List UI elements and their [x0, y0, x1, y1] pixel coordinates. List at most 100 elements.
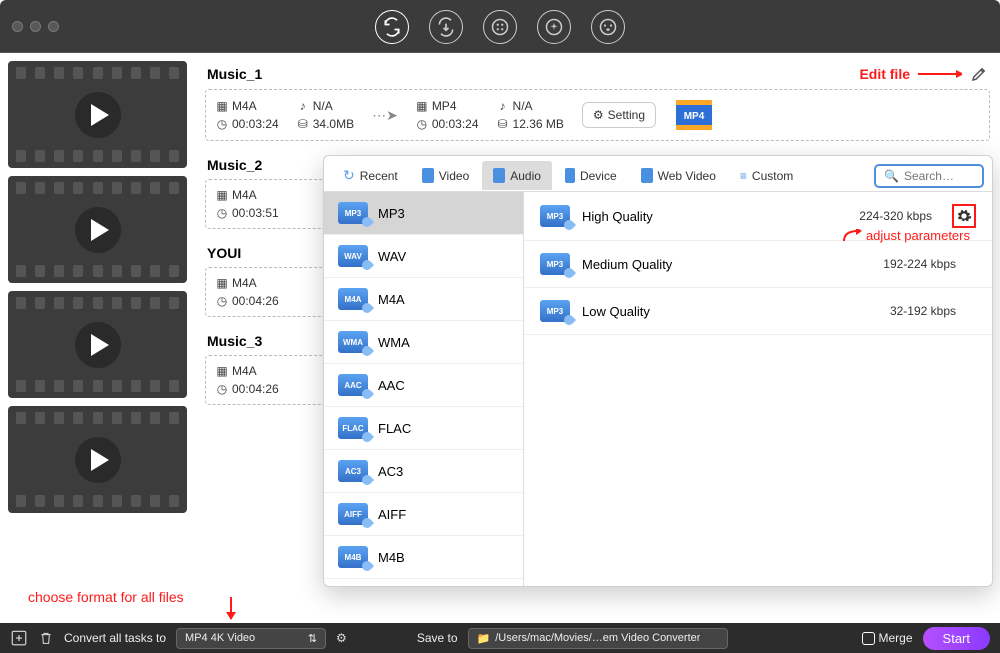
format-label: M4A [378, 292, 405, 307]
sliders-icon: ≡ [740, 169, 747, 183]
setting-label: Setting [608, 108, 645, 122]
mode-fx-icon[interactable] [537, 10, 571, 44]
format-label: WAV [378, 249, 406, 264]
play-icon [75, 92, 121, 138]
tab-video[interactable]: Video [411, 161, 480, 190]
file-thumb-4[interactable] [8, 406, 187, 513]
src-format: M4A [232, 276, 257, 290]
device-icon [565, 168, 575, 183]
edit-file-label: Edit file [859, 66, 910, 82]
file-name: YOUI [207, 245, 241, 261]
format-item-m4a[interactable]: M4A M4A [324, 278, 523, 321]
output-format-icon[interactable]: MP4 [674, 98, 714, 132]
chevron-updown-icon: ⇅ [308, 632, 317, 645]
merge-checkbox[interactable]: Merge [862, 631, 913, 645]
tab-label: Custom [752, 169, 793, 183]
file-thumb-3[interactable] [8, 291, 187, 398]
tab-audio[interactable]: Audio [482, 161, 552, 190]
convert-format-dropdown[interactable]: MP4 4K Video ⇅ [176, 628, 326, 649]
format-badge: MP3 [540, 253, 570, 275]
pencil-icon[interactable] [970, 65, 988, 83]
format-item-wav[interactable]: WAVWAV [324, 235, 523, 278]
window-min-dot[interactable] [30, 21, 41, 32]
format-badge: M4A [338, 288, 368, 310]
clock-icon: ◷ [216, 118, 228, 130]
trash-icon [38, 630, 54, 646]
preset-settings-button[interactable] [952, 204, 976, 228]
gear-icon [956, 208, 972, 224]
play-icon [75, 207, 121, 253]
format-item-mp3[interactable]: MP3 MP3 [324, 192, 523, 235]
format-item-flac[interactable]: FLACFLAC [324, 407, 523, 450]
format-badge: AIFF [338, 503, 368, 525]
format-label: WMA [378, 335, 410, 350]
src-duration: 00:03:24 [232, 117, 279, 131]
popup-tabbar: Recent Video Audio Device Web Video ≡ Cus… [324, 156, 992, 192]
clock-icon: ◷ [216, 383, 228, 395]
preset-name: Medium Quality [582, 257, 883, 272]
clock-icon: ◷ [216, 207, 228, 219]
file-thumb-1[interactable] [8, 61, 187, 168]
video-icon [422, 168, 434, 183]
format-label: AC3 [378, 464, 403, 479]
tab-label: Audio [510, 169, 541, 183]
preset-low[interactable]: MP3 Low Quality 32-192 kbps [524, 288, 992, 335]
format-label: AIFF [378, 507, 406, 522]
format-badge: M4B [338, 546, 368, 568]
convert-settings-button[interactable]: ⚙ [336, 631, 347, 645]
audio-icon: ♪ [297, 100, 309, 112]
preset-bitrate: 192-224 kbps [883, 257, 956, 271]
src-format: M4A [232, 364, 257, 378]
start-button[interactable]: Start [923, 627, 990, 650]
format-popup: Recent Video Audio Device Web Video ≡ Cus… [323, 155, 993, 587]
preset-bitrate: 224-320 kbps [859, 209, 932, 223]
preset-list: MP3 High Quality 224-320 kbps MP3 Medium… [524, 192, 992, 586]
mode-convert-icon[interactable] [375, 10, 409, 44]
save-path-field[interactable]: 📁 /Users/mac/Movies/…em Video Converter [468, 628, 728, 649]
src-duration: 00:03:51 [232, 206, 279, 220]
tab-label: Device [580, 169, 617, 183]
file-thumb-2[interactable] [8, 176, 187, 283]
add-file-button[interactable] [10, 629, 28, 647]
window-max-dot[interactable] [48, 21, 59, 32]
checkbox-icon [862, 632, 875, 645]
format-label: MP3 [378, 206, 405, 221]
svg-text:MP4: MP4 [684, 111, 705, 122]
mode-download-icon[interactable] [429, 10, 463, 44]
recent-icon [343, 167, 355, 184]
mode-record-icon[interactable] [591, 10, 625, 44]
format-item-aac[interactable]: AACAAC [324, 364, 523, 407]
tab-device[interactable]: Device [554, 161, 628, 190]
tab-web[interactable]: Web Video [630, 161, 727, 190]
disk-icon: ⛁ [297, 118, 309, 130]
format-item-ac3[interactable]: AC3AC3 [324, 450, 523, 493]
clock-icon: ◷ [216, 295, 228, 307]
format-item-m4b[interactable]: M4BM4B [324, 536, 523, 579]
format-item-wma[interactable]: WMAWMA [324, 321, 523, 364]
format-badge: AAC [338, 374, 368, 396]
adjust-parameters-label: adjust parameters [866, 228, 970, 243]
preset-medium[interactable]: MP3 Medium Quality 192-224 kbps [524, 241, 992, 288]
window-close-dot[interactable] [12, 21, 23, 32]
tab-custom[interactable]: ≡ Custom [729, 162, 804, 190]
footer-bar: Convert all tasks to MP4 4K Video ⇅ ⚙ Sa… [0, 623, 1000, 653]
mode-edit-icon[interactable] [483, 10, 517, 44]
delete-button[interactable] [38, 630, 54, 646]
src-duration: 00:04:26 [232, 382, 279, 396]
format-item-aiff[interactable]: AIFF AIFF [324, 493, 523, 536]
adjust-parameters-annotation: adjust parameters [842, 228, 970, 243]
setting-button[interactable]: ⚙ Setting [582, 102, 656, 128]
tab-label: Video [439, 169, 469, 183]
merge-label: Merge [879, 631, 913, 645]
plus-box-icon [10, 629, 28, 647]
preset-bitrate: 32-192 kbps [890, 304, 956, 318]
arrow-down-icon [230, 597, 232, 619]
clock-icon: ◷ [416, 118, 428, 130]
search-input[interactable]: 🔍 [874, 164, 984, 188]
tab-recent[interactable]: Recent [332, 160, 409, 191]
folder-icon: 📁 [477, 632, 491, 645]
src-audio: N/A [313, 99, 333, 113]
out-audio: N/A [513, 99, 533, 113]
format-badge: MP3 [338, 202, 368, 224]
search-field[interactable] [904, 169, 974, 183]
